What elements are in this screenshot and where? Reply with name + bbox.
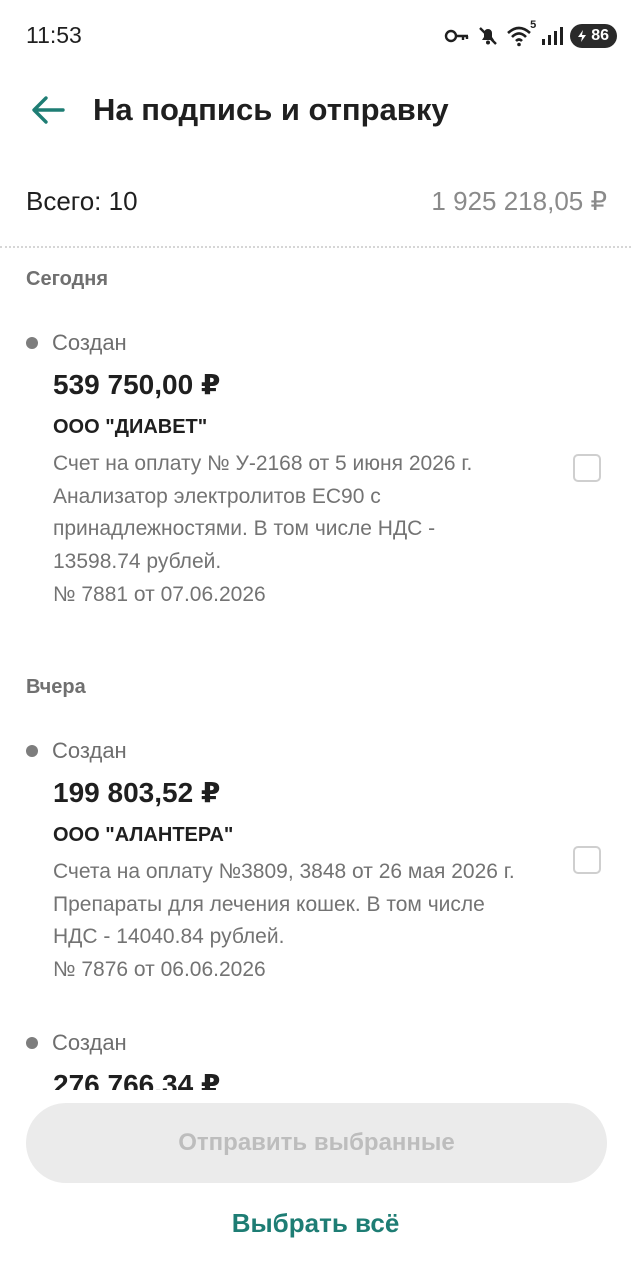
status-dot-icon <box>26 337 38 349</box>
doc-amount: 276 766,34 ₽ <box>53 1069 221 1090</box>
doc-reference: № 7876 от 06.06.2026 <box>53 958 266 982</box>
app-header: На подпись и отправку <box>0 80 631 144</box>
doc-amount: 539 750,00 ₽ <box>53 369 221 400</box>
select-all-button[interactable]: Выбрать всё <box>0 1208 631 1252</box>
doc-description-text: Счета на оплату №3809, 3848 от 26 мая 20… <box>53 860 515 949</box>
doc-amount: 199 803,52 ₽ <box>53 777 221 808</box>
doc-checkbox[interactable] <box>573 454 601 482</box>
section-label-yesterday: Вчера <box>26 676 86 698</box>
battery-level: 86 <box>591 27 609 44</box>
status-bar: 11:53 5 86 <box>0 0 631 72</box>
doc-reference: № 7881 от 07.06.2026 <box>53 582 266 606</box>
list-item[interactable]: Создан 276 766,34 ₽ <box>0 1030 631 1090</box>
key-icon <box>444 28 470 44</box>
status-icons: 5 86 <box>444 19 617 50</box>
wifi-icon: 5 <box>506 19 536 47</box>
doc-description: Счет на оплату № У-2168 от 5 июня 2026 г… <box>53 448 528 612</box>
arrow-left-icon <box>30 95 66 130</box>
section-label-today: Сегодня <box>26 268 109 290</box>
doc-description: Счета на оплату №3809, 3848 от 26 мая 20… <box>53 856 528 987</box>
status-dot-icon <box>26 1037 38 1049</box>
mute-icon <box>477 25 499 47</box>
battery-icon: 86 <box>570 24 617 48</box>
screen: 11:53 5 86 На подпись и отправку Всего: … <box>0 0 631 1280</box>
status-dot-icon <box>26 745 38 757</box>
doc-status-label: Создан <box>52 330 127 355</box>
status-time: 11:53 <box>26 22 82 48</box>
doc-status: Создан <box>26 330 127 356</box>
back-button[interactable] <box>24 88 72 136</box>
signal-icon <box>541 26 564 46</box>
doc-description-text: Счет на оплату № У-2168 от 5 июня 2026 г… <box>53 452 473 574</box>
doc-status: Создан <box>26 738 127 764</box>
divider <box>0 246 631 248</box>
network-badge: 5 <box>530 19 537 31</box>
doc-status-label: Создан <box>52 738 127 763</box>
doc-status: Создан <box>26 1030 127 1056</box>
list-item[interactable]: Создан 539 750,00 ₽ ООО "ДИАВЕТ" Счет на… <box>0 330 631 630</box>
list-item[interactable]: Создан 199 803,52 ₽ ООО "АЛАНТЕРА" Счета… <box>0 738 631 998</box>
document-list[interactable]: Сегодня Создан 539 750,00 ₽ ООО "ДИАВЕТ"… <box>0 250 631 1090</box>
doc-organization: ООО "АЛАНТЕРА" <box>53 824 234 846</box>
doc-organization: ООО "ДИАВЕТ" <box>53 416 208 438</box>
send-selected-button[interactable]: Отправить выбранные <box>26 1103 607 1183</box>
total-amount: 1 925 218,05 ₽ <box>431 186 607 216</box>
summary: Всего: 10 1 925 218,05 ₽ <box>0 180 631 228</box>
doc-status-label: Создан <box>52 1030 127 1055</box>
page-title: На подпись и отправку <box>93 92 449 127</box>
total-count: Всего: 10 <box>26 186 138 216</box>
doc-checkbox[interactable] <box>573 846 601 874</box>
